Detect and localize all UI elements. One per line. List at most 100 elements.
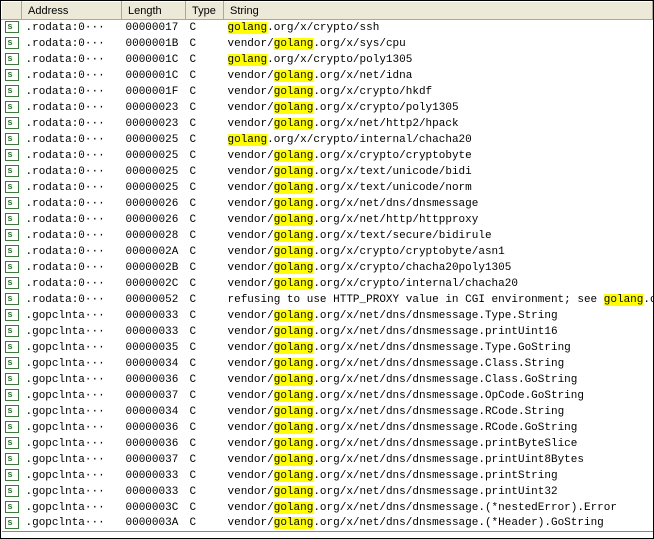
string-cell: vendor/golang.org/x/text/unicode/norm <box>224 180 653 196</box>
string-icon <box>5 37 19 49</box>
highlight-match: golang <box>274 70 314 82</box>
type-cell: C <box>186 308 224 324</box>
table-row[interactable]: .rodata:0···00000026Cvendor/golang.org/x… <box>2 196 653 212</box>
column-header-icon[interactable] <box>2 2 22 20</box>
row-icon-cell <box>2 52 22 68</box>
string-cell: vendor/golang.org/x/crypto/chacha20poly1… <box>224 260 653 276</box>
column-header-string[interactable]: String <box>224 2 653 20</box>
table-row[interactable]: .gopclnta···00000036Cvendor/golang.org/x… <box>2 372 653 388</box>
string-cell: vendor/golang.org/x/net/dns/dnsmessage.O… <box>224 388 653 404</box>
length-cell: 00000033 <box>122 324 186 340</box>
length-cell: 0000003A <box>122 516 186 532</box>
highlight-match: golang <box>274 310 314 322</box>
highlight-match: golang <box>274 374 314 386</box>
string-cell: vendor/golang.org/x/crypto/poly1305 <box>224 100 653 116</box>
string-cell: vendor/golang.org/x/net/dns/dnsmessage.p… <box>224 324 653 340</box>
type-cell: C <box>186 36 224 52</box>
column-header-type[interactable]: Type <box>186 2 224 20</box>
highlight-match: golang <box>274 342 314 354</box>
table-row[interactable]: .rodata:0···00000023Cvendor/golang.org/x… <box>2 116 653 132</box>
string-icon <box>5 389 19 401</box>
table-row[interactable]: .rodata:0···0000002ACvendor/golang.org/x… <box>2 244 653 260</box>
address-cell: .rodata:0··· <box>22 132 122 148</box>
table-row[interactable]: .rodata:0···0000002BCvendor/golang.org/x… <box>2 260 653 276</box>
length-cell: 0000002B <box>122 260 186 276</box>
address-cell: .rodata:0··· <box>22 52 122 68</box>
type-cell: C <box>186 356 224 372</box>
table-row[interactable]: .gopclnta···00000033Cvendor/golang.org/x… <box>2 308 653 324</box>
string-cell: vendor/golang.org/x/net/dns/dnsmessage.C… <box>224 356 653 372</box>
length-cell: 00000026 <box>122 212 186 228</box>
table-row[interactable]: .gopclnta···0000003ACvendor/golang.org/x… <box>2 516 653 532</box>
type-cell: C <box>186 500 224 516</box>
string-icon <box>5 437 19 449</box>
column-header-length[interactable]: Length <box>122 2 186 20</box>
address-cell: .gopclnta··· <box>22 436 122 452</box>
table-row[interactable]: .gopclnta···00000034Cvendor/golang.org/x… <box>2 404 653 420</box>
table-row[interactable]: .gopclnta···00000035Cvendor/golang.org/x… <box>2 340 653 356</box>
string-cell: vendor/golang.org/x/net/dns/dnsmessage <box>224 196 653 212</box>
address-cell: .gopclnta··· <box>22 468 122 484</box>
table-row[interactable]: .gopclnta···00000034Cvendor/golang.org/x… <box>2 356 653 372</box>
table-row[interactable]: .gopclnta···00000036Cvendor/golang.org/x… <box>2 420 653 436</box>
table-row[interactable]: .rodata:0···0000001CCgolang.org/x/crypto… <box>2 52 653 68</box>
table-row[interactable]: .rodata:0···00000052Crefusing to use HTT… <box>2 292 653 308</box>
address-cell: .rodata:0··· <box>22 276 122 292</box>
table-row[interactable]: .rodata:0···0000002CCvendor/golang.org/x… <box>2 276 653 292</box>
table-row[interactable]: .gopclnta···00000033Cvendor/golang.org/x… <box>2 468 653 484</box>
table-row[interactable]: .gopclnta···00000037Cvendor/golang.org/x… <box>2 452 653 468</box>
length-cell: 00000017 <box>122 20 186 36</box>
table-row[interactable]: .rodata:0···00000025Cgolang.org/x/crypto… <box>2 132 653 148</box>
table-row[interactable]: .rodata:0···00000026Cvendor/golang.org/x… <box>2 212 653 228</box>
table-row[interactable]: .rodata:0···00000025Cvendor/golang.org/x… <box>2 148 653 164</box>
string-icon <box>5 149 19 161</box>
table-row[interactable]: .rodata:0···00000028Cvendor/golang.org/x… <box>2 228 653 244</box>
column-header-address[interactable]: Address <box>22 2 122 20</box>
highlight-match: golang <box>274 246 314 258</box>
string-cell: vendor/golang.org/x/text/secure/bidirule <box>224 228 653 244</box>
string-icon <box>5 405 19 417</box>
row-icon-cell <box>2 196 22 212</box>
highlight-match: golang <box>274 470 314 482</box>
highlight-match: golang <box>274 486 314 498</box>
string-cell: vendor/golang.org/x/net/dns/dnsmessage.(… <box>224 500 653 516</box>
highlight-match: golang <box>274 230 314 242</box>
table-row[interactable]: .rodata:0···00000023Cvendor/golang.org/x… <box>2 100 653 116</box>
highlight-match: golang <box>274 278 314 290</box>
strings-table-container[interactable]: Address Length Type String .rodata:0···0… <box>1 1 653 538</box>
string-cell: vendor/golang.org/x/net/dns/dnsmessage.p… <box>224 436 653 452</box>
table-row[interactable]: .gopclnta···00000033Cvendor/golang.org/x… <box>2 484 653 500</box>
string-cell: vendor/golang.org/x/net/http2/hpack <box>224 116 653 132</box>
string-cell: vendor/golang.org/x/net/dns/dnsmessage.C… <box>224 372 653 388</box>
highlight-match: golang <box>274 502 314 514</box>
table-row[interactable]: .gopclnta···0000003CCvendor/golang.org/x… <box>2 500 653 516</box>
row-icon-cell <box>2 20 22 36</box>
table-row[interactable]: .gopclnta···00000037Cvendor/golang.org/x… <box>2 388 653 404</box>
highlight-match: golang <box>274 214 314 226</box>
table-row[interactable]: .rodata:0···00000017Cgolang.org/x/crypto… <box>2 20 653 36</box>
length-cell: 00000036 <box>122 420 186 436</box>
highlight-match: golang <box>274 38 314 50</box>
address-cell: .rodata:0··· <box>22 244 122 260</box>
row-icon-cell <box>2 372 22 388</box>
string-icon <box>5 517 19 529</box>
highlight-match: golang <box>604 294 644 306</box>
table-row[interactable]: .gopclnta···00000033Cvendor/golang.org/x… <box>2 324 653 340</box>
table-row[interactable]: .rodata:0···0000001BCvendor/golang.org/x… <box>2 36 653 52</box>
string-cell: vendor/golang.org/x/net/dns/dnsmessage.T… <box>224 340 653 356</box>
length-cell: 00000026 <box>122 196 186 212</box>
address-cell: .rodata:0··· <box>22 228 122 244</box>
string-icon <box>5 373 19 385</box>
table-row[interactable]: .rodata:0···0000001CCvendor/golang.org/x… <box>2 68 653 84</box>
table-row[interactable]: .rodata:0···00000025Cvendor/golang.org/x… <box>2 180 653 196</box>
length-cell: 00000037 <box>122 388 186 404</box>
row-icon-cell <box>2 308 22 324</box>
table-row[interactable]: .gopclnta···00000036Cvendor/golang.org/x… <box>2 436 653 452</box>
type-cell: C <box>186 452 224 468</box>
string-cell: vendor/golang.org/x/net/dns/dnsmessage.p… <box>224 468 653 484</box>
address-cell: .rodata:0··· <box>22 148 122 164</box>
string-icon <box>5 277 19 289</box>
table-row[interactable]: .rodata:0···00000025Cvendor/golang.org/x… <box>2 164 653 180</box>
table-row[interactable]: .rodata:0···0000001FCvendor/golang.org/x… <box>2 84 653 100</box>
row-icon-cell <box>2 100 22 116</box>
